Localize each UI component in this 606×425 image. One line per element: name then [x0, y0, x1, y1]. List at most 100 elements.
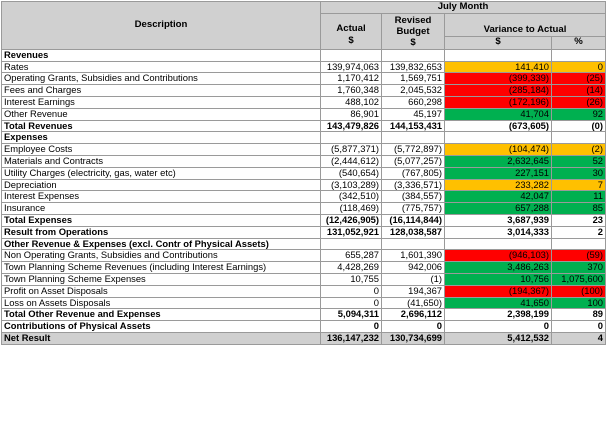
table-row: Town Planning Scheme Revenues (including… [1, 261, 606, 274]
actual-cell: 139,974,063 [320, 60, 382, 74]
description-cell: Town Planning Scheme Revenues (including… [1, 261, 321, 274]
total-row: Result from Operations 131,052,921 128,038… [1, 225, 606, 239]
budget-cell: 144,153,431 [381, 119, 445, 133]
section-label: Expenses [1, 131, 321, 145]
section-row: Expenses [1, 131, 606, 145]
budget-cell: (3,336,571) [381, 178, 445, 192]
description-cell: Loss on Assets Disposals [1, 296, 321, 310]
actual-cell: 1,760,348 [320, 84, 382, 97]
budget-cell: 2,045,532 [381, 84, 445, 97]
variance-pct-cell: 0 [550, 320, 606, 333]
header-row-period: Description July Month [1, 1, 606, 50]
empty-cell [550, 48, 606, 62]
budget-cell: 194,367 [381, 284, 445, 298]
empty-cell [381, 131, 445, 145]
actual-cell: 136,147,232 [320, 331, 382, 345]
table-row: Employee Costs (5,877,371) (5,772,897) (104… [1, 143, 606, 156]
variance-cell: 657,288 [444, 202, 552, 215]
actual-cell: (2,444,612) [320, 154, 382, 168]
empty-cell [320, 237, 382, 251]
variance-dollar-header: $ [444, 35, 552, 50]
description-cell: Depreciation [1, 178, 321, 192]
variance-pct-cell: 11 [550, 190, 606, 204]
variance-cell: 0 [444, 320, 552, 333]
empty-cell [444, 131, 552, 145]
empty-cell [444, 48, 552, 62]
variance-cell: 3,687,939 [444, 213, 552, 227]
empty-cell [381, 237, 445, 251]
actual-cell: 0 [320, 320, 382, 333]
actual-cell: 655,287 [320, 249, 382, 263]
table-row: Non Operating Grants, Subsidies and Cont… [1, 249, 606, 263]
description-cell: Contributions of Physical Assets [1, 320, 321, 333]
variance-cell: 5,412,532 [444, 331, 552, 345]
description-cell: Result from Operations [1, 225, 321, 239]
variance-pct-cell: (2) [550, 143, 606, 156]
section-label: Revenues [1, 48, 321, 62]
budget-cell: 2,696,112 [381, 308, 445, 322]
actual-cell: (3,103,289) [320, 178, 382, 192]
actual-cell: 0 [320, 296, 382, 310]
empty-cell [320, 131, 382, 145]
variance-cell: 42,047 [444, 190, 552, 204]
actual-cell: (5,877,371) [320, 143, 382, 156]
revised-budget-header: Revised Budget $ [381, 12, 445, 50]
description-header: Description [1, 1, 321, 50]
actual-cell: 86,901 [320, 107, 382, 121]
budget-cell: (384,557) [381, 190, 445, 204]
variance-cell: 3,014,333 [444, 225, 552, 239]
table-body: Revenues Rates 139,974,063 139,832,653 141,4… [1, 48, 606, 345]
table-row: Materials and Contracts (2,444,612) (5,077… [1, 154, 606, 168]
actual-cell: 0 [320, 284, 382, 298]
description-cell: Interest Expenses [1, 190, 321, 204]
budget-cell: 128,038,587 [381, 225, 445, 239]
actual-cell: (12,426,905) [320, 213, 382, 227]
empty-cell [550, 237, 606, 251]
table-row: Loss on Assets Disposals 0 (41,650) 41,650 1… [1, 296, 606, 310]
table-row: Interest Earnings 488,102 660,298 (172,196)… [1, 95, 606, 109]
table-row: Fees and Charges 1,760,348 2,045,532 (285,1… [1, 84, 606, 97]
variance-pct-cell: 370 [550, 261, 606, 274]
budget-cell: (16,114,844) [381, 213, 445, 227]
actual-cell: 131,052,921 [320, 225, 382, 239]
actual-header: Actual $ [320, 12, 382, 50]
variance-pct-header: % [550, 35, 606, 50]
total-row: Total Expenses (12,426,905) (16,114,844) 3,… [1, 213, 606, 227]
description-cell: Other Revenue [1, 107, 321, 121]
table-row: Insurance (118,469) (775,757) 657,288 85 [1, 202, 606, 215]
variance-pct-cell: (100) [550, 284, 606, 298]
budget-cell: 942,006 [381, 261, 445, 274]
section-row: Other Revenue & Expenses (excl. Contr of… [1, 237, 606, 251]
variance-pct-cell: 52 [550, 154, 606, 168]
section-label: Other Revenue & Expenses (excl. Contr of… [1, 237, 321, 251]
description-cell: Total Other Revenue and Expenses [1, 308, 321, 322]
table-row: Depreciation (3,103,289) (3,336,571) 233,28… [1, 178, 606, 192]
variance-pct-cell: 100 [550, 296, 606, 310]
description-cell: Net Result [1, 331, 321, 345]
variance-cell: (194,367) [444, 284, 552, 298]
description-cell: Insurance [1, 202, 321, 215]
actual-cell: 5,094,311 [320, 308, 382, 322]
variance-pct-cell: 23 [550, 213, 606, 227]
variance-cell: 233,282 [444, 178, 552, 192]
variance-pct-cell: (14) [550, 84, 606, 97]
empty-cell [444, 237, 552, 251]
description-cell: Total Revenues [1, 119, 321, 133]
actual-header-unit: $ [348, 35, 354, 47]
budget-cell: (5,772,897) [381, 143, 445, 156]
description-cell: Interest Earnings [1, 95, 321, 109]
budget-cell: (41,650) [381, 296, 445, 310]
variance-cell: (946,103) [444, 249, 552, 263]
revised-budget-header-unit: $ [410, 36, 416, 48]
table-row: Profit on Asset Disposals 0 194,367 (194,36… [1, 284, 606, 298]
variance-pct-cell: 2 [550, 225, 606, 239]
description-cell: Profit on Asset Disposals [1, 284, 321, 298]
budget-cell: (1) [381, 272, 445, 286]
table-row: Operating Grants, Subsidies and Contribu… [1, 72, 606, 86]
empty-cell [550, 131, 606, 145]
budget-cell: 1,569,751 [381, 72, 445, 86]
variance-cell: 41,650 [444, 296, 552, 310]
description-cell: Operating Grants, Subsidies and Contribu… [1, 72, 321, 86]
budget-cell: 660,298 [381, 95, 445, 109]
variance-pct-cell: 7 [550, 178, 606, 192]
